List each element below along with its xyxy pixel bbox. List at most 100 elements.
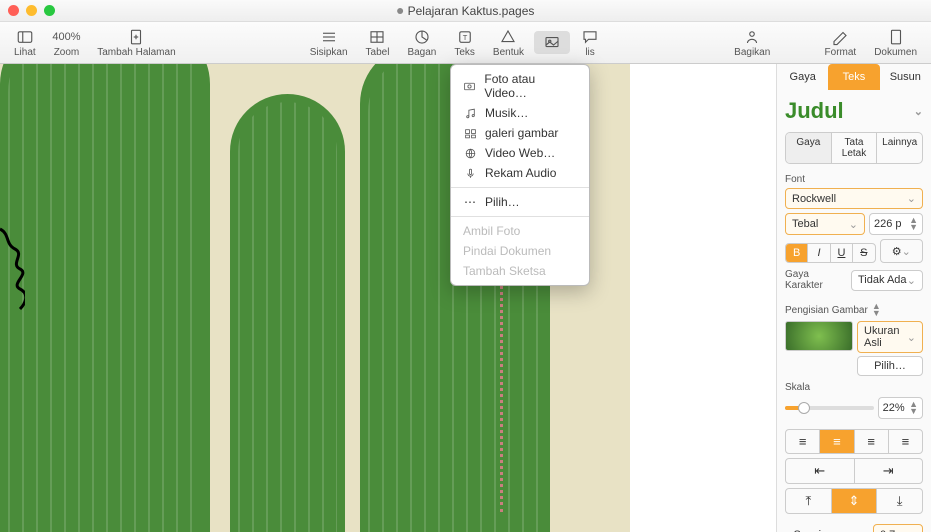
- choose-image-button[interactable]: Pilih…: [857, 356, 923, 376]
- tab-style[interactable]: Gaya: [777, 64, 828, 90]
- add-page-button[interactable]: Tambah Halaman: [89, 26, 183, 60]
- format-button[interactable]: Format: [817, 26, 865, 60]
- zoom-button[interactable]: 400% Zoom: [46, 26, 88, 60]
- media-button[interactable]: [534, 31, 570, 54]
- menu-record-audio[interactable]: Rekam Audio: [451, 163, 589, 183]
- indent-buttons: ⇤ ⇥: [785, 458, 923, 484]
- menu-add-sketch: Tambah Sketsa: [451, 261, 589, 281]
- insert-label: Sisipkan: [310, 47, 348, 58]
- toolbar: Lihat 400% Zoom Tambah Halaman Sisipkan …: [0, 22, 931, 64]
- menu-gallery-label: galeri gambar: [485, 126, 558, 140]
- cactus-illustration: [0, 64, 210, 532]
- document-label: Dokumen: [874, 47, 917, 58]
- scale-value-stepper[interactable]: 22% ▲▼: [878, 397, 923, 419]
- chart-icon: [412, 28, 432, 46]
- chevron-down-icon: ⌄: [907, 331, 916, 344]
- spacing-row[interactable]: ▸ Spasi 0,7 ⌄: [785, 524, 923, 532]
- align-left-button[interactable]: ≡: [786, 430, 819, 453]
- align-justify-button[interactable]: ≡: [888, 430, 922, 453]
- globe-icon: [463, 146, 477, 160]
- tab-arrange[interactable]: Susun: [880, 64, 931, 90]
- char-style-select[interactable]: Tidak Ada ⌄: [851, 270, 923, 291]
- menu-photo-video-label: Foto atau Video…: [484, 72, 577, 100]
- shape-label: Bentuk: [493, 47, 524, 58]
- menu-choose-label: Pilih…: [485, 195, 520, 209]
- stepper-arrows-icon: ▲▼: [872, 303, 881, 317]
- font-weight-value: Tebal: [792, 218, 818, 230]
- italic-button[interactable]: I: [807, 244, 829, 262]
- document-canvas[interactable]: [0, 64, 776, 532]
- text-subtabs: Gaya Tata Letak Lainnya: [785, 132, 923, 164]
- spacing-select[interactable]: 0,7 ⌄: [873, 524, 923, 532]
- menu-web-video[interactable]: Video Web…: [451, 143, 589, 163]
- media-dropdown-menu: Foto atau Video… Musik… galeri gambar Vi…: [450, 64, 590, 286]
- add-page-label: Tambah Halaman: [97, 47, 175, 58]
- strikethrough-button[interactable]: S: [852, 244, 874, 262]
- scale-slider[interactable]: [785, 406, 874, 410]
- align-middle-button[interactable]: ⇕: [831, 489, 877, 513]
- image-scale-mode-select[interactable]: Ukuran Asli ⌄: [857, 321, 923, 353]
- gear-icon: ⚙︎: [892, 245, 902, 258]
- share-button[interactable]: Bagikan: [726, 26, 778, 60]
- format-sidebar: Gaya Teks Susun Judul ⌄ Gaya Tata Letak …: [776, 64, 931, 532]
- document-button[interactable]: Dokumen: [866, 26, 925, 60]
- menu-web-video-label: Video Web…: [485, 146, 555, 160]
- insert-button[interactable]: Sisipkan: [302, 26, 356, 60]
- font-weight-select[interactable]: Tebal ⌄: [785, 213, 865, 235]
- view-icon: [15, 28, 35, 46]
- align-center-button[interactable]: ≡: [819, 430, 853, 453]
- close-window-button[interactable]: [8, 5, 19, 16]
- outdent-button[interactable]: ⇤: [786, 459, 854, 483]
- paragraph-style-name: Judul: [785, 98, 844, 124]
- fullscreen-window-button[interactable]: [44, 5, 55, 16]
- chart-button[interactable]: Bagan: [399, 26, 444, 60]
- align-top-button[interactable]: ⤒: [786, 489, 831, 513]
- subtab-layout[interactable]: Tata Letak: [831, 133, 877, 163]
- align-bottom-button[interactable]: ⤓: [876, 489, 922, 513]
- text-icon: T: [455, 28, 475, 46]
- menu-music[interactable]: Musik…: [451, 103, 589, 123]
- font-family-value: Rockwell: [792, 193, 836, 205]
- scale-label: Skala: [785, 382, 923, 393]
- media-icon: [542, 33, 562, 51]
- table-button[interactable]: Tabel: [358, 26, 398, 60]
- chevron-down-icon: ⌄: [907, 274, 916, 287]
- sidebar-tabs: Gaya Teks Susun: [777, 64, 931, 90]
- subtab-more[interactable]: Lainnya: [876, 133, 922, 163]
- shape-button[interactable]: Bentuk: [485, 26, 532, 60]
- mic-icon: [463, 166, 477, 180]
- menu-photo-video[interactable]: Foto atau Video…: [451, 69, 589, 103]
- minimize-window-button[interactable]: [26, 5, 37, 16]
- zoom-value-display: 400%: [56, 28, 76, 46]
- svg-text:T: T: [462, 33, 467, 42]
- menu-image-gallery[interactable]: galeri gambar: [451, 123, 589, 143]
- font-size-stepper[interactable]: 226 p ▲▼: [869, 213, 923, 235]
- chevron-down-icon: ⌄: [914, 105, 923, 118]
- comment-icon: [580, 28, 600, 46]
- comments-button[interactable]: lis: [572, 26, 608, 60]
- cactus-illustration: [230, 94, 345, 532]
- align-right-button[interactable]: ≡: [854, 430, 888, 453]
- music-icon: [463, 106, 477, 120]
- text-style-buttons: B I U S: [785, 243, 876, 263]
- image-scale-mode-value: Ukuran Asli: [864, 325, 907, 349]
- share-icon: [742, 28, 762, 46]
- ellipsis-icon: ⋯: [463, 195, 477, 209]
- indent-button[interactable]: ⇥: [854, 459, 923, 483]
- text-button[interactable]: T Teks: [446, 26, 483, 60]
- underline-button[interactable]: U: [830, 244, 852, 262]
- menu-choose[interactable]: ⋯ Pilih…: [451, 192, 589, 212]
- photo-icon: [463, 79, 476, 93]
- subtab-style[interactable]: Gaya: [786, 133, 831, 163]
- paragraph-style-picker[interactable]: Judul ⌄: [785, 96, 923, 132]
- bold-button[interactable]: B: [786, 244, 807, 262]
- font-family-select[interactable]: Rockwell ⌄: [785, 188, 923, 209]
- view-button[interactable]: Lihat: [6, 26, 44, 60]
- chevron-down-icon: ⌄: [902, 245, 911, 258]
- tab-text[interactable]: Teks: [828, 64, 879, 90]
- chevron-down-icon: ⌄: [849, 218, 858, 231]
- choose-image-label: Pilih…: [874, 360, 906, 372]
- advanced-options-button[interactable]: ⚙︎⌄: [880, 239, 924, 263]
- fill-image-swatch[interactable]: [785, 321, 853, 351]
- menu-take-photo-label: Ambil Foto: [463, 224, 520, 238]
